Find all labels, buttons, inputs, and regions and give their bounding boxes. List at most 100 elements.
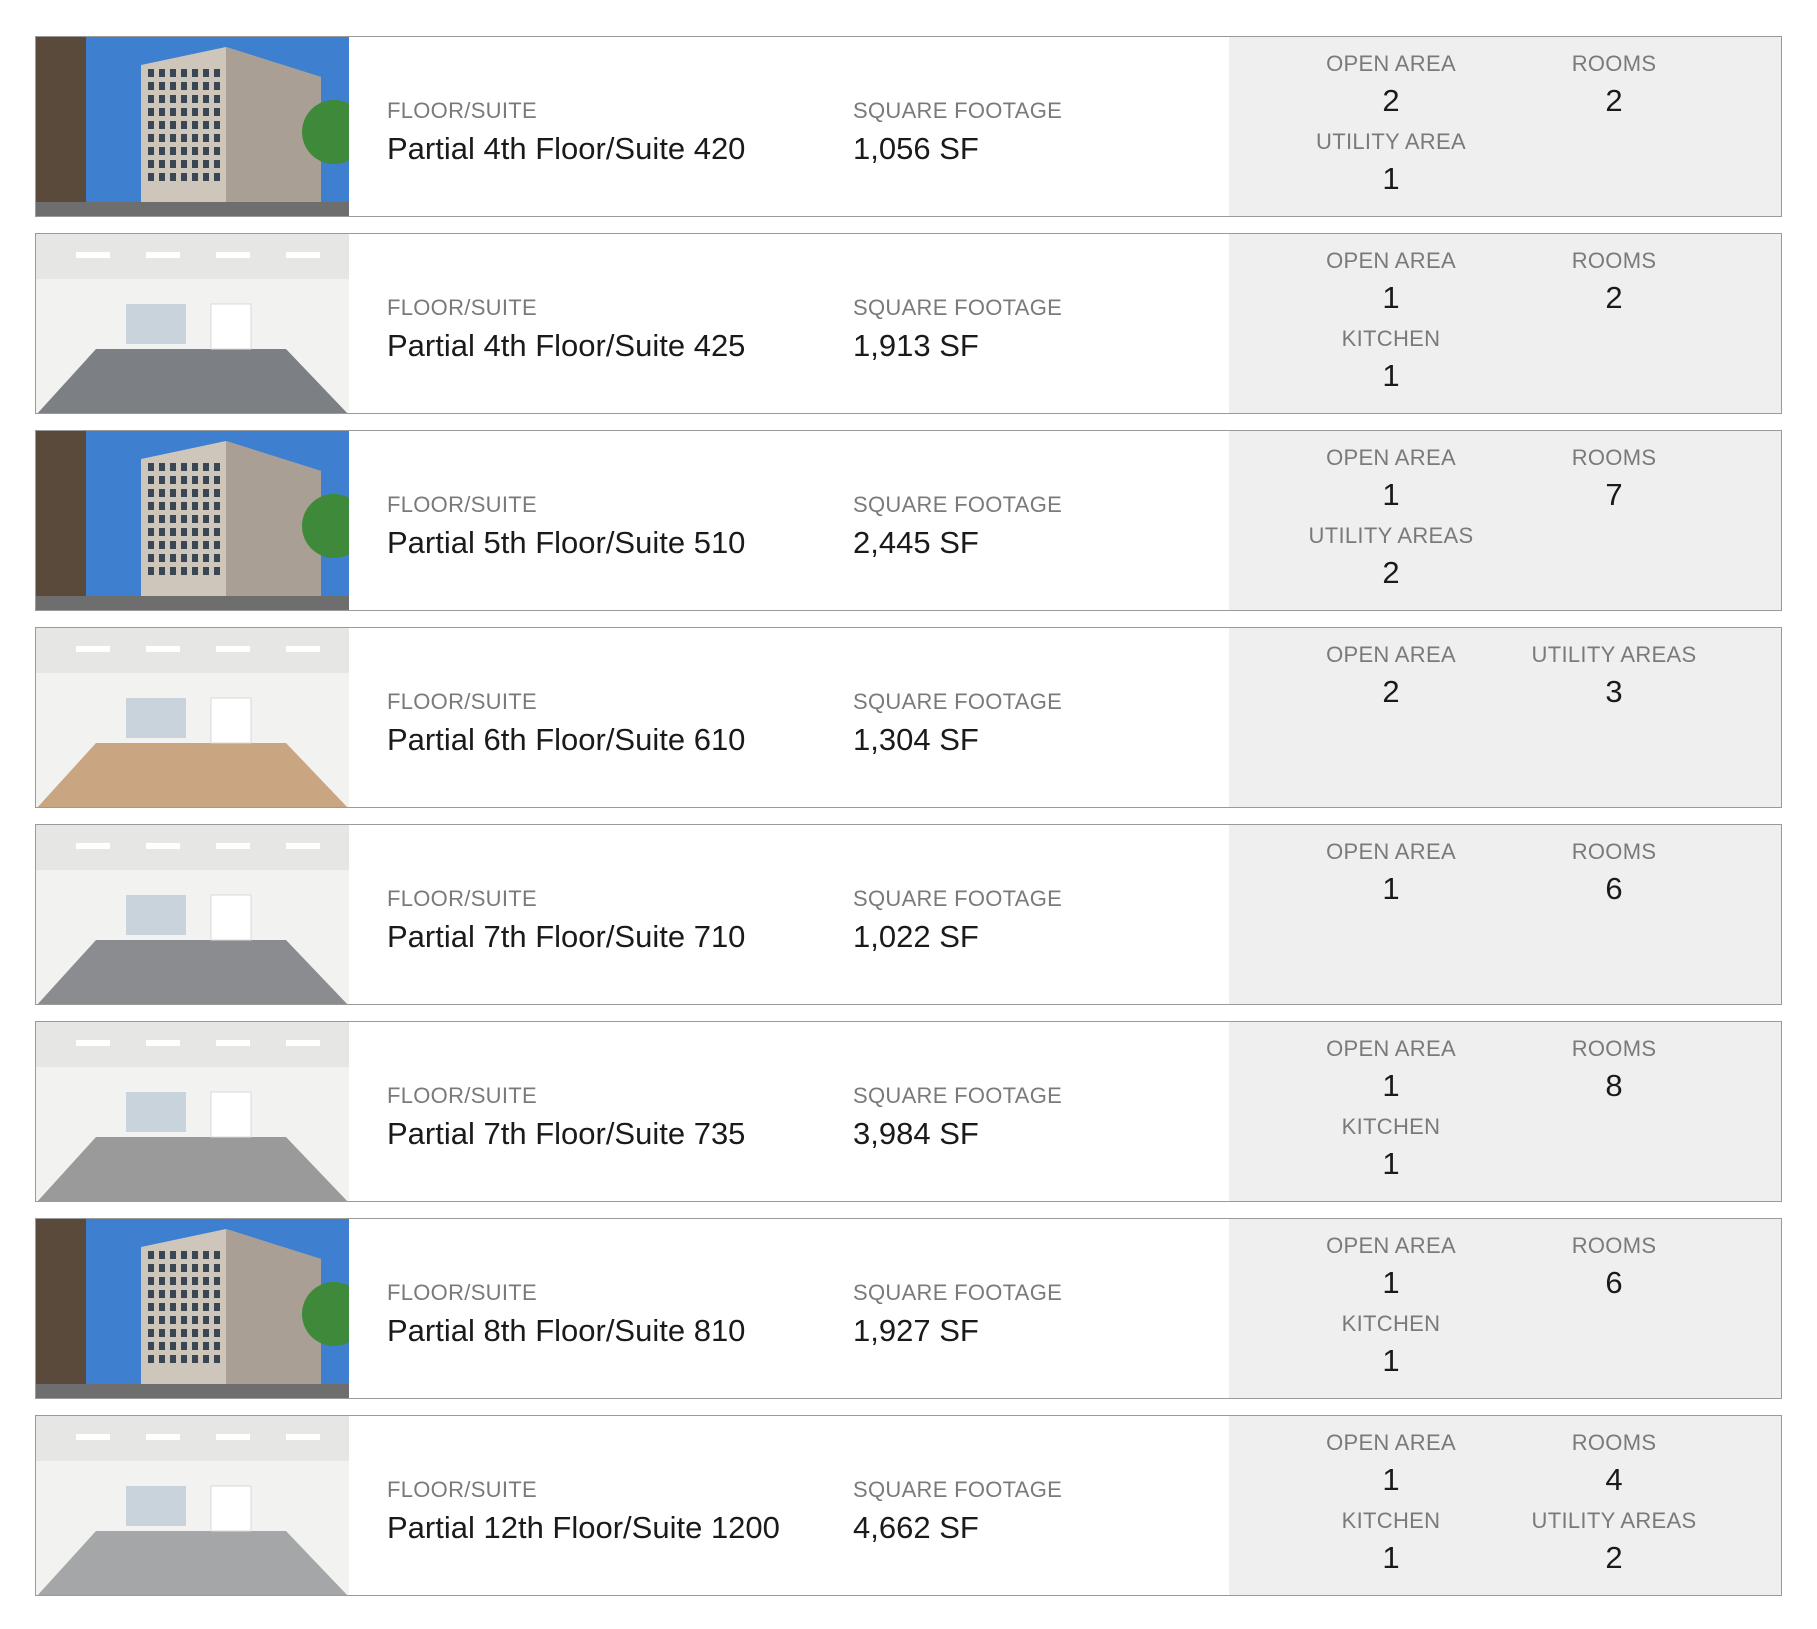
listing-info: FLOOR/SUITE Partial 4th Floor/Suite 420 … — [349, 37, 1229, 216]
square-footage-value: 4,662 SF — [853, 1510, 979, 1545]
listing-photo — [36, 37, 349, 216]
stat-label: OPEN AREA — [1326, 1430, 1456, 1455]
stat-label: OPEN AREA — [1326, 445, 1456, 470]
stat-value: 1 — [1382, 477, 1400, 512]
stat-value: 1 — [1382, 1265, 1400, 1300]
square-footage-value: 1,022 SF — [853, 919, 979, 954]
stat-item: OPEN AREA 1 — [1281, 445, 1501, 513]
square-footage-value: 3,984 SF — [853, 1116, 979, 1151]
stat-value: 1 — [1382, 1146, 1400, 1181]
stat-value: 2 — [1605, 1540, 1623, 1575]
stat-item: KITCHEN 1 — [1281, 326, 1501, 394]
stat-value: 2 — [1382, 83, 1400, 118]
listing-row[interactable]: FLOOR/SUITE Partial 8th Floor/Suite 810 … — [35, 1218, 1782, 1399]
square-footage-label: SQUARE FOOTAGE — [853, 886, 1063, 911]
stat-item: OPEN AREA 1 — [1281, 839, 1501, 907]
stat-item: ROOMS 2 — [1504, 248, 1724, 316]
stat-value: 1 — [1382, 1462, 1400, 1497]
stat-label: UTILITY AREAS — [1308, 523, 1474, 548]
interior-empty-office-photo — [36, 234, 349, 413]
building-exterior-photo — [36, 37, 349, 216]
listing-info: FLOOR/SUITE Partial 4th Floor/Suite 425 … — [349, 234, 1229, 413]
building-exterior-photo — [36, 1219, 349, 1398]
stat-label: UTILITY AREA — [1316, 129, 1466, 154]
stat-label: OPEN AREA — [1326, 1233, 1456, 1258]
square-footage-value: 1,927 SF — [853, 1313, 979, 1348]
stat-label: ROOMS — [1571, 1430, 1657, 1455]
listing-row[interactable]: FLOOR/SUITE Partial 12th Floor/Suite 120… — [35, 1415, 1782, 1596]
square-footage-label: SQUARE FOOTAGE — [853, 295, 1063, 320]
listing-stats: OPEN AREA 2 UTILITY AREAS 3 — [1229, 628, 1781, 807]
stat-item: KITCHEN 1 — [1281, 1114, 1501, 1182]
stat-label: OPEN AREA — [1326, 642, 1456, 667]
stat-item: UTILITY AREAS 3 — [1504, 642, 1724, 710]
square-footage-label: SQUARE FOOTAGE — [853, 1477, 1063, 1502]
stat-label: OPEN AREA — [1326, 51, 1456, 76]
stat-item: ROOMS 6 — [1504, 839, 1724, 907]
stat-item: UTILITY AREAS 2 — [1281, 523, 1501, 591]
stat-item: KITCHEN 1 — [1281, 1311, 1501, 1379]
stat-item: KITCHEN 1 — [1281, 1508, 1501, 1576]
listing-row[interactable]: FLOOR/SUITE Partial 4th Floor/Suite 420 … — [35, 36, 1782, 217]
listing-photo — [36, 1219, 349, 1398]
square-footage-value: 1,913 SF — [853, 328, 979, 363]
listing-photo — [36, 234, 349, 413]
listing-row[interactable]: FLOOR/SUITE Partial 7th Floor/Suite 735 … — [35, 1021, 1782, 1202]
stat-value: 3 — [1605, 674, 1623, 709]
listing-row[interactable]: FLOOR/SUITE Partial 5th Floor/Suite 510 … — [35, 430, 1782, 611]
square-footage-label: SQUARE FOOTAGE — [853, 1280, 1063, 1305]
stat-value: 1 — [1382, 1540, 1400, 1575]
stat-value: 1 — [1382, 871, 1400, 906]
stat-value: 1 — [1382, 161, 1400, 196]
suite-listing-table: FLOOR/SUITE Partial 4th Floor/Suite 420 … — [35, 36, 1782, 1612]
stat-label: OPEN AREA — [1326, 1036, 1456, 1061]
listing-photo — [36, 1416, 349, 1595]
square-footage-label: SQUARE FOOTAGE — [853, 492, 1063, 517]
stat-value: 4 — [1605, 1462, 1623, 1497]
stat-item: UTILITY AREAS 2 — [1504, 1508, 1724, 1576]
floor-suite-value: Partial 12th Floor/Suite 1200 — [387, 1510, 780, 1545]
listing-stats: OPEN AREA 2 ROOMS 2 UTILITY AREA 1 — [1229, 37, 1781, 216]
stat-value: 7 — [1605, 477, 1623, 512]
listing-row[interactable]: FLOOR/SUITE Partial 6th Floor/Suite 610 … — [35, 627, 1782, 808]
floor-suite-label: FLOOR/SUITE — [387, 886, 537, 911]
listing-stats: OPEN AREA 1 ROOMS 6 — [1229, 825, 1781, 1004]
listing-info: FLOOR/SUITE Partial 8th Floor/Suite 810 … — [349, 1219, 1229, 1398]
stat-item: ROOMS 4 — [1504, 1430, 1724, 1498]
floor-suite-value: Partial 7th Floor/Suite 710 — [387, 919, 746, 954]
square-footage-value: 1,056 SF — [853, 131, 979, 166]
floor-suite-value: Partial 7th Floor/Suite 735 — [387, 1116, 746, 1151]
listing-row[interactable]: FLOOR/SUITE Partial 7th Floor/Suite 710 … — [35, 824, 1782, 1005]
stat-item: OPEN AREA 1 — [1281, 1430, 1501, 1498]
floor-suite-label: FLOOR/SUITE — [387, 492, 537, 517]
floor-suite-value: Partial 6th Floor/Suite 610 — [387, 722, 746, 757]
listing-photo — [36, 628, 349, 807]
stat-item: ROOMS 7 — [1504, 445, 1724, 513]
floor-suite-label: FLOOR/SUITE — [387, 1477, 537, 1502]
building-exterior-photo — [36, 431, 349, 610]
stat-label: UTILITY AREAS — [1531, 1508, 1697, 1533]
stat-item: OPEN AREA 1 — [1281, 248, 1501, 316]
stat-item: OPEN AREA 2 — [1281, 642, 1501, 710]
listing-row[interactable]: FLOOR/SUITE Partial 4th Floor/Suite 425 … — [35, 233, 1782, 414]
floor-suite-label: FLOOR/SUITE — [387, 295, 537, 320]
listing-info: FLOOR/SUITE Partial 7th Floor/Suite 735 … — [349, 1022, 1229, 1201]
listing-info: FLOOR/SUITE Partial 5th Floor/Suite 510 … — [349, 431, 1229, 610]
floor-suite-value: Partial 5th Floor/Suite 510 — [387, 525, 746, 560]
square-footage-label: SQUARE FOOTAGE — [853, 98, 1063, 123]
listing-info: FLOOR/SUITE Partial 12th Floor/Suite 120… — [349, 1416, 1229, 1595]
stat-value: 1 — [1382, 358, 1400, 393]
square-footage-label: SQUARE FOOTAGE — [853, 1083, 1063, 1108]
stat-item: ROOMS 8 — [1504, 1036, 1724, 1104]
floor-suite-value: Partial 4th Floor/Suite 420 — [387, 131, 746, 166]
listing-stats: OPEN AREA 1 ROOMS 8 KITCHEN 1 — [1229, 1022, 1781, 1201]
stat-value: 2 — [1382, 674, 1400, 709]
stat-value: 2 — [1605, 83, 1623, 118]
interior-lounge-photo — [36, 1416, 349, 1595]
stat-label: ROOMS — [1571, 445, 1657, 470]
listing-info: FLOOR/SUITE Partial 7th Floor/Suite 710 … — [349, 825, 1229, 1004]
floor-suite-value: Partial 8th Floor/Suite 810 — [387, 1313, 746, 1348]
stat-label: KITCHEN — [1341, 1508, 1441, 1533]
stat-value: 1 — [1382, 280, 1400, 315]
stat-label: OPEN AREA — [1326, 248, 1456, 273]
